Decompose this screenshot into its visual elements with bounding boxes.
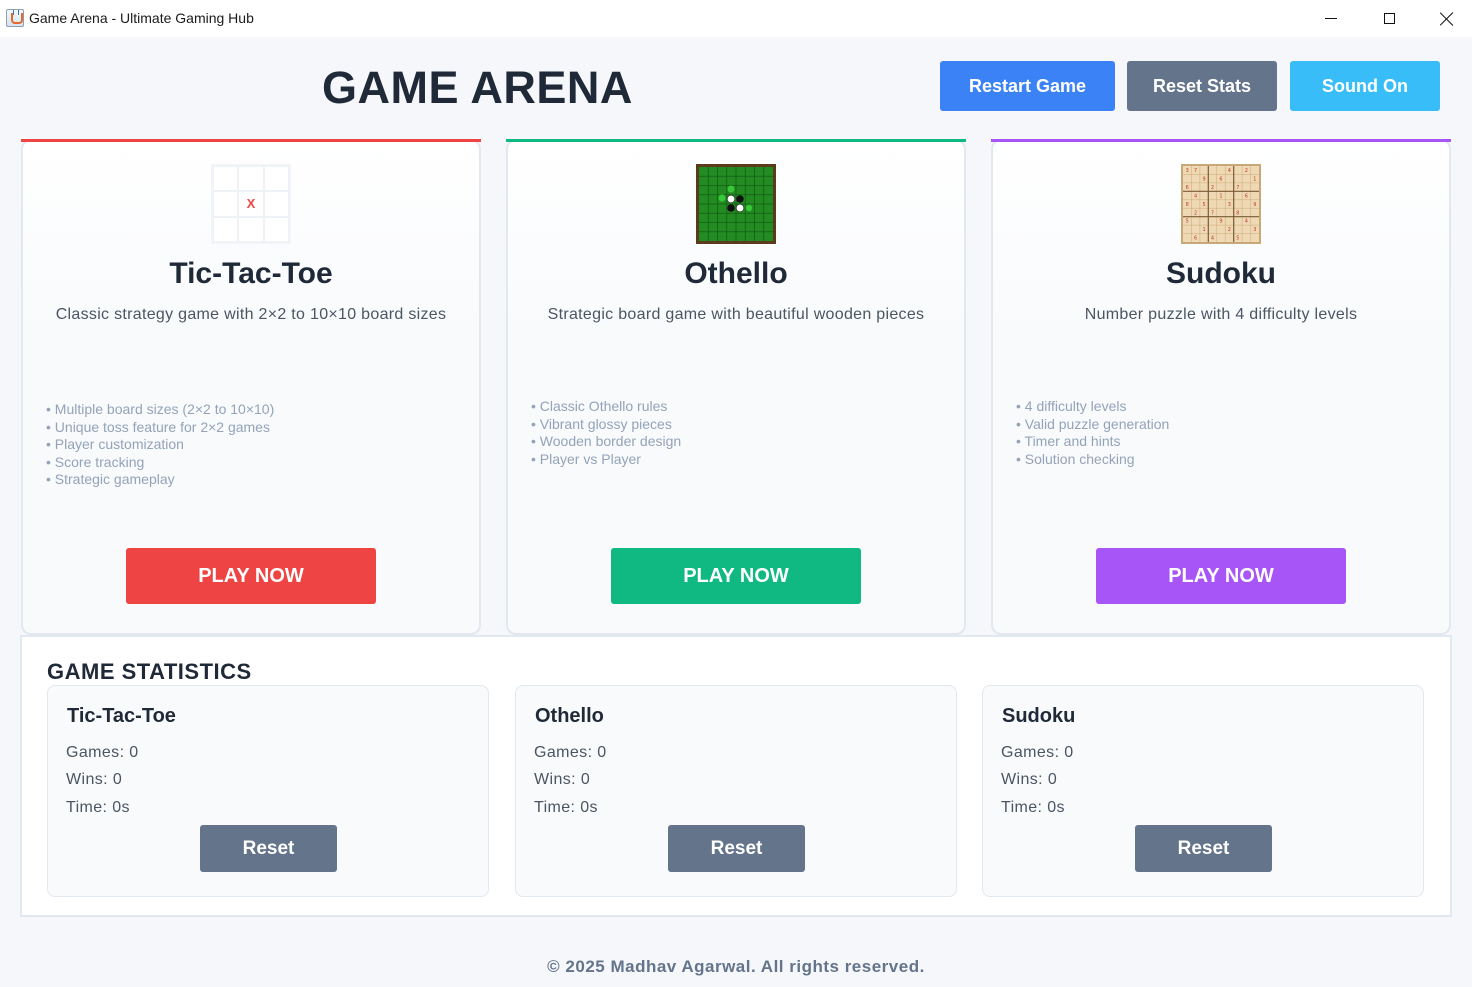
svg-text:4: 4: [1245, 219, 1248, 225]
svg-text:6: 6: [1245, 193, 1248, 199]
tic-tac-toe-board-icon: X: [211, 164, 291, 244]
minimize-icon: [1325, 18, 1337, 19]
svg-text:9: 9: [1253, 202, 1256, 208]
stat-games: Games: 0: [1001, 744, 1074, 761]
feature-list: • Multiple board sizes (2×2 to 10×10) • …: [46, 401, 274, 489]
svg-text:1: 1: [1219, 193, 1222, 199]
svg-text:1: 1: [1253, 177, 1256, 183]
reset-stats-button[interactable]: Reset Stats: [1127, 61, 1277, 111]
svg-text:4: 4: [1228, 168, 1231, 174]
card-accent-bar: [21, 139, 481, 142]
feature-item: • Score tracking: [46, 453, 145, 470]
svg-text:3: 3: [1253, 227, 1256, 233]
feature-item: • Classic Othello rules: [531, 398, 668, 414]
stat-box-tic-tac-toe: Tic-Tac-Toe Games: 0 Wins: 0 Time: 0s Re…: [47, 685, 489, 897]
game-card-tic-tac-toe: X Tic-Tac-Toe Classic strategy game with…: [21, 139, 481, 635]
reset-sudoku-stats-button[interactable]: Reset: [1135, 825, 1272, 872]
game-card-othello: Othello Strategic board game with beauti…: [506, 139, 966, 635]
game-title: Othello: [684, 257, 788, 290]
svg-text:5: 5: [1203, 202, 1206, 208]
feature-item: • Multiple board sizes (2×2 to 10×10): [46, 401, 275, 417]
stat-box-sudoku: Sudoku Games: 0 Wins: 0 Time: 0s Reset: [982, 685, 1424, 897]
minimize-button[interactable]: [1302, 0, 1360, 37]
svg-text:8: 8: [1236, 210, 1239, 216]
feature-list: • 4 difficulty levels • Valid puzzle gen…: [1016, 398, 1169, 468]
stat-time: Time: 0s: [66, 799, 130, 816]
card-accent-bar: [506, 139, 966, 142]
svg-text:6: 6: [1186, 185, 1189, 191]
svg-text:5: 5: [1236, 236, 1239, 242]
othello-board-icon: [696, 164, 776, 244]
feature-item: • Valid puzzle generation: [1016, 415, 1170, 432]
close-button[interactable]: [1418, 0, 1472, 37]
svg-text:8: 8: [1186, 202, 1189, 208]
stat-time: Time: 0s: [534, 799, 598, 816]
feature-item: • Player vs Player: [531, 450, 641, 467]
stat-games: Games: 0: [66, 744, 139, 761]
reset-tic-tac-toe-stats-button[interactable]: Reset: [200, 825, 337, 872]
feature-item: • Player customization: [46, 436, 184, 452]
stat-wins: Wins: 0: [1001, 771, 1058, 788]
stat-games: Games: 0: [534, 744, 607, 761]
svg-text:6: 6: [1219, 177, 1222, 183]
stat-box-othello: Othello Games: 0 Wins: 0 Time: 0s Reset: [515, 685, 957, 897]
footer-copyright: © 2025 Madhav Agarwal. All rights reserv…: [547, 957, 925, 976]
svg-text:2: 2: [1228, 227, 1231, 233]
svg-text:7: 7: [1194, 168, 1197, 174]
play-tic-tac-toe-button[interactable]: PLAY NOW: [126, 548, 376, 604]
feature-item: • Unique toss feature for 2×2 games: [46, 418, 270, 435]
feature-item: • Vibrant glossy pieces: [531, 415, 672, 432]
svg-text:4: 4: [1211, 236, 1214, 242]
svg-text:2: 2: [1245, 168, 1248, 174]
stats-title: GAME STATISTICS: [47, 659, 252, 684]
svg-text:6: 6: [1194, 236, 1197, 242]
svg-text:9: 9: [1219, 219, 1222, 225]
svg-text:3: 3: [1186, 168, 1189, 174]
feature-item: • Strategic gameplay: [46, 471, 175, 487]
window-title: Game Arena - Ultimate Gaming Hub: [29, 10, 254, 26]
game-statistics-panel: GAME STATISTICS Tic-Tac-Toe Games: 0 Win…: [20, 635, 1452, 917]
game-description: Classic strategy game with 2×2 to 10×10 …: [55, 306, 447, 323]
stat-time: Time: 0s: [1001, 799, 1065, 816]
page-title: GAME ARENA: [322, 62, 633, 113]
svg-text:2: 2: [1194, 210, 1197, 216]
play-othello-button[interactable]: PLAY NOW: [611, 548, 861, 604]
feature-list: • Classic Othello rules • Vibrant glossy…: [531, 398, 681, 468]
x-mark: X: [238, 191, 264, 217]
feature-item: • Solution checking: [1016, 450, 1135, 467]
play-sudoku-button[interactable]: PLAY NOW: [1096, 548, 1346, 604]
card-accent-bar: [991, 139, 1451, 142]
svg-text:7: 7: [1211, 210, 1214, 216]
svg-text:7: 7: [1236, 185, 1239, 191]
svg-text:5: 5: [1186, 219, 1189, 225]
close-icon: [1440, 12, 1454, 26]
svg-text:4: 4: [1194, 193, 1197, 199]
svg-text:3: 3: [1228, 202, 1231, 208]
svg-text:1: 1: [1203, 227, 1206, 233]
stat-game-name: Othello: [535, 705, 604, 727]
game-title: Tic-Tac-Toe: [169, 257, 333, 290]
sudoku-grid-icon: 3742 961 627 416 8539 278 594 123 645: [1181, 164, 1261, 244]
java-app-icon: [6, 9, 24, 27]
feature-item: • Wooden border design: [531, 433, 682, 449]
stat-game-name: Sudoku: [1002, 705, 1076, 727]
feature-item: • Timer and hints: [1016, 433, 1121, 449]
restart-game-button[interactable]: Restart Game: [940, 61, 1115, 111]
stat-wins: Wins: 0: [66, 771, 123, 788]
window-titlebar: Game Arena - Ultimate Gaming Hub: [0, 0, 1472, 37]
game-card-sudoku: 3742 961 627 416 8539 278 594 123 645 Su…: [991, 139, 1451, 635]
feature-item: • 4 difficulty levels: [1016, 398, 1127, 414]
maximize-button[interactable]: [1360, 0, 1418, 37]
game-title: Sudoku: [1166, 257, 1276, 290]
maximize-icon: [1383, 13, 1395, 24]
svg-text:2: 2: [1211, 185, 1214, 191]
game-description: Strategic board game with beautiful wood…: [547, 306, 925, 323]
sound-toggle-button[interactable]: Sound On: [1290, 61, 1440, 111]
stat-wins: Wins: 0: [534, 771, 591, 788]
stat-game-name: Tic-Tac-Toe: [67, 705, 176, 727]
reset-othello-stats-button[interactable]: Reset: [668, 825, 805, 872]
svg-text:9: 9: [1203, 177, 1206, 183]
game-description: Number puzzle with 4 difficulty levels: [1084, 306, 1358, 323]
